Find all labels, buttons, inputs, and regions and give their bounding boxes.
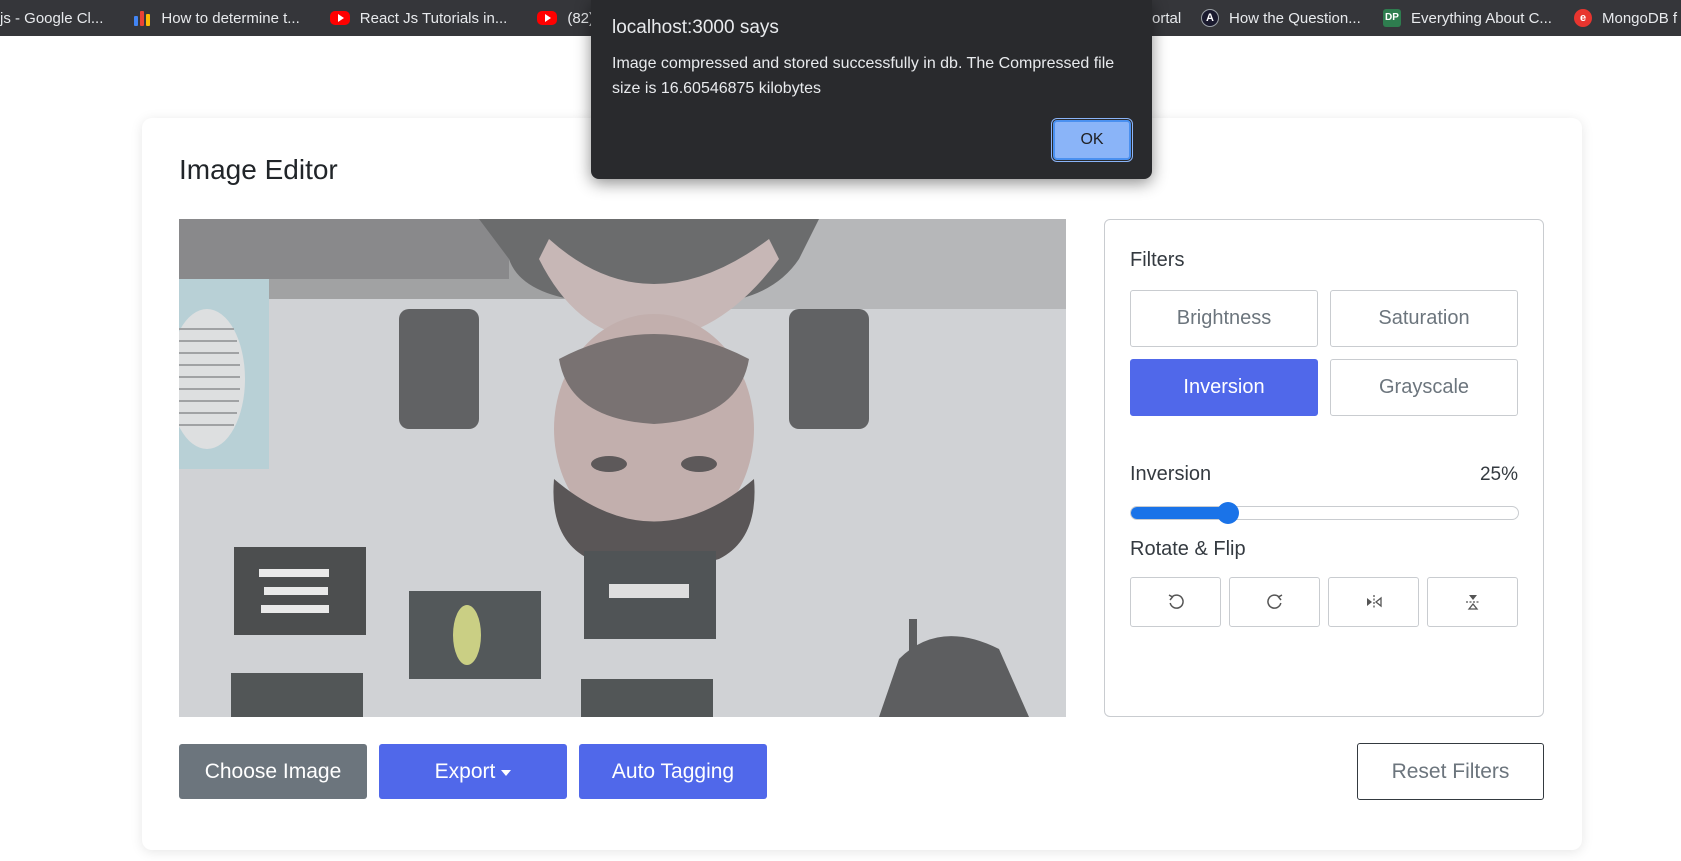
- dialog-title: localhost:3000 says: [612, 17, 779, 38]
- filter-grayscale-button[interactable]: Grayscale: [1330, 359, 1518, 416]
- flip-vertical-button[interactable]: [1427, 577, 1518, 627]
- export-label: Export: [434, 759, 496, 783]
- bookmark-label: How the Question...: [1229, 9, 1361, 27]
- auto-tagging-button[interactable]: Auto Tagging: [579, 744, 767, 799]
- bookmark-label: js - Google Cl...: [0, 9, 104, 27]
- flip-horizontal-button[interactable]: [1328, 577, 1419, 627]
- flip-horizontal-icon: [1366, 595, 1382, 609]
- rotate-left-button[interactable]: [1130, 577, 1221, 627]
- bookmark-item[interactable]: DP Everything About C...: [1371, 0, 1564, 36]
- filters-label: Filters: [1130, 249, 1185, 271]
- bookmark-label: How to determine t...: [161, 9, 300, 27]
- bookmark-label: MongoDB f: [1602, 9, 1678, 27]
- dp-icon: DP: [1383, 9, 1401, 27]
- reset-filters-button[interactable]: Reset Filters: [1357, 743, 1544, 800]
- filter-inversion-button[interactable]: Inversion: [1130, 359, 1318, 416]
- bookmark-label: Everything About C...: [1411, 9, 1552, 27]
- rotate-right-button[interactable]: [1229, 577, 1320, 627]
- photo-image: [179, 219, 1066, 717]
- choose-image-button[interactable]: Choose Image: [179, 744, 367, 799]
- slider-fill: [1131, 507, 1228, 519]
- circle-a-icon: A: [1201, 9, 1219, 27]
- caret-down-icon: [501, 769, 512, 776]
- bookmark-item[interactable]: e MongoDB f: [1562, 0, 1681, 36]
- slider-thumb[interactable]: [1216, 502, 1239, 524]
- image-editor-card: Image Editor Filters Brightness Saturati…: [142, 118, 1582, 850]
- slider-label: Inversion: [1130, 463, 1212, 485]
- export-button[interactable]: Export: [379, 744, 567, 799]
- filter-saturation-button[interactable]: Saturation: [1330, 290, 1518, 347]
- rotate-flip-label: Rotate & Flip: [1130, 538, 1246, 560]
- image-preview: [179, 219, 1066, 717]
- mongodb-icon: e: [1574, 9, 1592, 27]
- bookmark-item[interactable]: How to determine t...: [115, 0, 311, 36]
- bookmark-item[interactable]: A How the Question...: [1189, 0, 1373, 36]
- bookmark-label: ortal: [1152, 9, 1182, 27]
- dialog-ok-button[interactable]: OK: [1051, 118, 1133, 162]
- flip-vertical-icon: [1465, 595, 1480, 610]
- bookmark-item[interactable]: js - Google Cl...: [0, 0, 115, 36]
- slider-value: 25%: [1479, 464, 1518, 485]
- rotate-left-icon: [1168, 594, 1184, 609]
- alert-dialog: localhost:3000 says Image compressed and…: [591, 0, 1152, 179]
- rotate-right-icon: [1266, 594, 1282, 609]
- page-title: Image Editor: [179, 154, 338, 185]
- bar-chart-icon: [133, 9, 151, 27]
- youtube-icon: [329, 11, 350, 25]
- bookmark-label: React Js Tutorials in...: [359, 9, 508, 27]
- controls-panel: Filters Brightness Saturation Inversion …: [1104, 219, 1544, 717]
- youtube-icon: [537, 11, 558, 25]
- inversion-slider[interactable]: [1130, 502, 1519, 524]
- filter-brightness-button[interactable]: Brightness: [1130, 290, 1318, 347]
- dialog-message: Image compressed and stored successfully…: [612, 55, 1115, 97]
- bookmark-item[interactable]: React Js Tutorials in...: [312, 0, 520, 36]
